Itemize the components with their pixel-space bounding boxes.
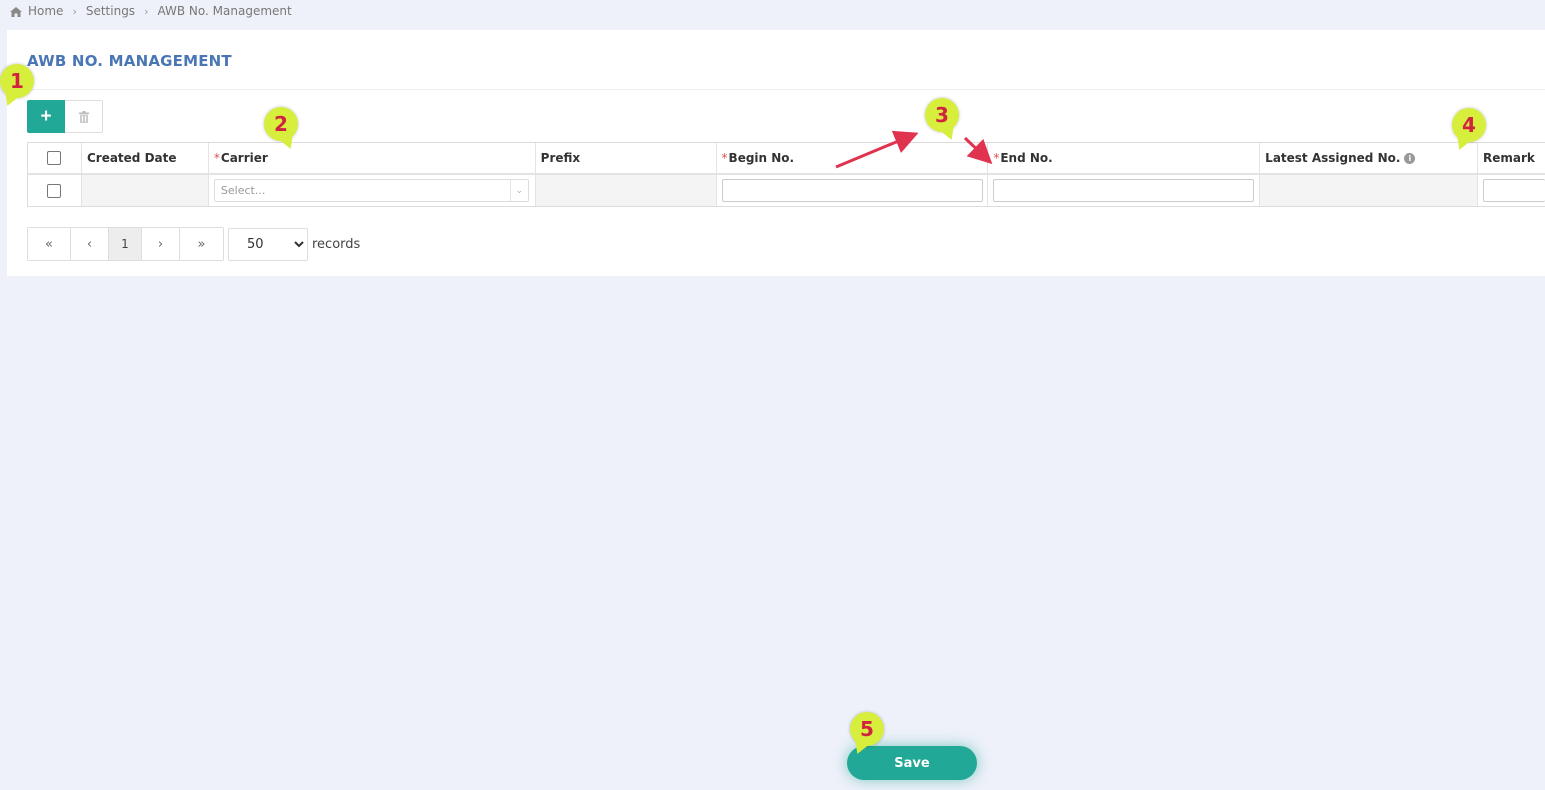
info-icon[interactable]: i <box>1404 152 1416 164</box>
column-end-no[interactable]: * End No. <box>988 143 1261 173</box>
column-label: Created Date <box>86 151 177 165</box>
callout-2: 2 <box>264 107 298 141</box>
row-checkbox[interactable] <box>47 183 62 198</box>
page-title: AWB NO. MANAGEMENT <box>27 52 232 70</box>
created-date-cell <box>81 175 209 206</box>
breadcrumb-home[interactable]: Home <box>28 4 63 18</box>
remark-cell <box>1478 175 1545 206</box>
breadcrumb-settings[interactable]: Settings <box>86 4 135 18</box>
column-label: Carrier <box>220 151 268 165</box>
trash-icon <box>78 110 89 123</box>
column-latest-assigned-no[interactable]: Latest Assigned No. i <box>1260 143 1479 173</box>
end-no-cell <box>988 175 1261 206</box>
carrier-placeholder: Select... <box>220 184 266 197</box>
column-created-date[interactable]: Created Date <box>82 143 209 173</box>
carrier-cell: Select... ⌄ <box>209 175 536 206</box>
grid-header-row: Created Date * Carrier Prefix * Begin No… <box>28 143 1545 175</box>
last-page-button[interactable]: » <box>180 228 223 260</box>
column-carrier[interactable]: * Carrier <box>209 143 536 173</box>
page-size-select[interactable]: 50 <box>228 227 308 261</box>
callout-4: 4 <box>1452 108 1486 142</box>
delete-row-button[interactable] <box>65 100 103 133</box>
breadcrumb: Home › Settings › AWB No. Management <box>10 2 292 20</box>
remark-input[interactable] <box>1483 179 1545 202</box>
next-page-button[interactable]: › <box>142 228 180 260</box>
carrier-select[interactable]: Select... ⌄ <box>213 179 529 202</box>
divider <box>7 89 1545 90</box>
records-label: records <box>312 236 361 252</box>
home-icon[interactable] <box>10 6 22 17</box>
callout-5: 5 <box>850 712 884 746</box>
header-select-all <box>28 143 82 173</box>
column-remark[interactable]: Remark <box>1478 143 1545 173</box>
column-label: Remark <box>1483 151 1535 165</box>
main-panel: AWB NO. MANAGEMENT + Created Date * Carr… <box>7 30 1545 276</box>
save-button[interactable]: Save <box>847 746 977 780</box>
column-begin-no[interactable]: * Begin No. <box>717 143 989 173</box>
chevron-right-icon: › <box>144 4 149 18</box>
awb-grid: Created Date * Carrier Prefix * Begin No… <box>27 142 1545 207</box>
grid-toolbar: + <box>27 100 103 133</box>
column-label: Prefix <box>540 151 581 165</box>
breadcrumb-current: AWB No. Management <box>157 4 292 18</box>
table-row: Select... ⌄ <box>28 175 1545 206</box>
end-no-input[interactable] <box>993 179 1255 202</box>
select-all-checkbox[interactable] <box>47 151 62 165</box>
prefix-cell <box>535 175 717 206</box>
latest-assigned-no-cell <box>1260 175 1478 206</box>
pagination: « ‹ 1 › » 50 records <box>27 227 360 261</box>
plus-icon: + <box>40 105 52 127</box>
chevron-right-icon: › <box>72 4 77 18</box>
required-marker: * <box>213 151 220 165</box>
row-select <box>28 175 82 206</box>
chevron-down-icon: ⌄ <box>509 180 528 201</box>
column-label: Latest Assigned No. <box>1265 151 1401 165</box>
required-marker: * <box>993 151 1000 165</box>
pagination-buttons: « ‹ 1 › » <box>27 227 224 261</box>
begin-no-cell <box>717 175 989 206</box>
column-prefix[interactable]: Prefix <box>536 143 717 173</box>
column-label: Begin No. <box>728 151 795 165</box>
begin-no-input[interactable] <box>721 179 983 202</box>
required-marker: * <box>721 151 728 165</box>
callout-1: 1 <box>0 64 34 98</box>
callout-3: 3 <box>925 98 959 132</box>
column-label: End No. <box>1000 151 1053 165</box>
prev-page-button[interactable]: ‹ <box>71 228 109 260</box>
add-row-button[interactable]: + <box>27 100 65 133</box>
first-page-button[interactable]: « <box>28 228 71 260</box>
page-1-button[interactable]: 1 <box>109 228 142 260</box>
